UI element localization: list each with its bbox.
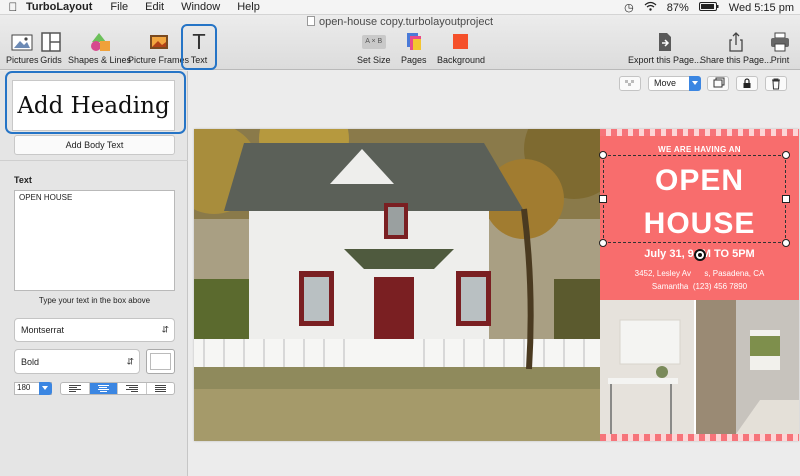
canvas-toolbar: Move bbox=[189, 71, 800, 95]
font-size-field[interactable]: 180 bbox=[14, 382, 52, 395]
flyer-subtitle[interactable]: WE ARE HAVING AN bbox=[600, 145, 799, 154]
battery-percent: 87% bbox=[666, 1, 689, 14]
share-page-button[interactable]: Share this Page... bbox=[700, 32, 772, 68]
add-body-text-button[interactable]: Add Body Text bbox=[14, 135, 175, 155]
background-button[interactable]: Background bbox=[437, 32, 485, 68]
flyer-page[interactable]: WE ARE HAVING AN OPEN HOUSE July 31, 9AM… bbox=[194, 129, 799, 441]
resize-handle-right[interactable] bbox=[782, 195, 790, 203]
export-page-button[interactable]: Export this Page... bbox=[628, 32, 702, 68]
background-swatch bbox=[453, 34, 469, 49]
flyer-top-stripe bbox=[600, 129, 799, 136]
battery-icon[interactable] bbox=[698, 1, 719, 14]
menu-window[interactable]: Window bbox=[181, 1, 220, 13]
export-icon bbox=[654, 32, 676, 52]
text-inspector-panel: Add Heading Add Body Text Text OPEN HOUS… bbox=[0, 71, 188, 476]
duplicate-button[interactable] bbox=[707, 76, 729, 91]
house-photo[interactable] bbox=[194, 129, 600, 441]
printer-icon bbox=[769, 32, 791, 52]
text-button[interactable]: T Text bbox=[181, 24, 217, 70]
add-heading-highlight bbox=[5, 71, 186, 134]
apple-icon[interactable]:  bbox=[0, 0, 26, 14]
canvas-area: Move WE ARE HAVING AN OPEN HOUSE July 31… bbox=[189, 71, 800, 476]
grids-icon bbox=[40, 32, 62, 52]
shapes-icon bbox=[89, 32, 111, 52]
flyer-bottom-stripe bbox=[600, 434, 799, 441]
divider bbox=[0, 160, 188, 161]
menu-help[interactable]: Help bbox=[237, 1, 260, 13]
text-selection-frame bbox=[603, 155, 786, 243]
chevron-updown-icon: ⇵ bbox=[126, 356, 134, 366]
alignment-segmented-control bbox=[60, 382, 175, 395]
document-icon bbox=[306, 16, 315, 26]
rotate-handle-icon[interactable] bbox=[694, 249, 706, 261]
text-color-well[interactable] bbox=[146, 349, 175, 374]
resize-handle-top-left[interactable] bbox=[599, 151, 607, 159]
time-machine-icon[interactable]: ◷ bbox=[624, 1, 634, 14]
text-tool-icon: T bbox=[192, 30, 206, 54]
align-center-button[interactable] bbox=[89, 383, 118, 394]
flyer-text-panel[interactable]: WE ARE HAVING AN OPEN HOUSE July 31, 9AM… bbox=[599, 136, 799, 300]
align-right-button[interactable] bbox=[118, 383, 147, 394]
text-hint: Type your text in the box above bbox=[38, 296, 151, 305]
window-toolbar: open-house copy.turbolayoutproject Pictu… bbox=[0, 15, 800, 70]
print-button[interactable]: Print bbox=[769, 32, 791, 68]
menu-bar:  TurboLayout File Edit Window Help ◷ 87… bbox=[0, 0, 800, 15]
clock[interactable]: Wed 5:15 pm bbox=[729, 2, 794, 14]
picture-frames-button[interactable]: Picture Frames bbox=[128, 32, 189, 68]
align-justify-button[interactable] bbox=[147, 383, 175, 394]
flyer-sidebar: WE ARE HAVING AN OPEN HOUSE July 31, 9AM… bbox=[599, 129, 799, 441]
menu-edit[interactable]: Edit bbox=[145, 1, 164, 13]
align-left-button[interactable] bbox=[61, 383, 90, 394]
text-input-area[interactable]: OPEN HOUSE bbox=[14, 190, 175, 291]
shapes-lines-button[interactable]: Shapes & Lines bbox=[68, 32, 131, 68]
flyer-contact[interactable]: Samantha (123) 456 7890 bbox=[600, 282, 799, 291]
resize-handle-bottom-right[interactable] bbox=[782, 239, 790, 247]
resize-handle-left[interactable] bbox=[599, 195, 607, 203]
duplicate-icon bbox=[713, 77, 725, 88]
checkerboard-icon bbox=[625, 80, 634, 86]
resize-handle-top-right[interactable] bbox=[782, 151, 790, 159]
flyer-address[interactable]: 3452, Lesley Av s, Pasadena, CA bbox=[600, 269, 799, 278]
chevron-down-icon[interactable] bbox=[39, 382, 52, 395]
grids-button[interactable]: Grids bbox=[40, 32, 62, 68]
trash-icon bbox=[772, 78, 780, 90]
picture-frames-icon bbox=[148, 32, 170, 52]
share-icon bbox=[725, 32, 747, 52]
transparency-button[interactable] bbox=[619, 76, 641, 91]
menu-file[interactable]: File bbox=[110, 1, 128, 13]
delete-button[interactable] bbox=[765, 76, 787, 91]
interior-photos[interactable] bbox=[600, 300, 799, 434]
menu-app-name[interactable]: TurboLayout bbox=[26, 1, 92, 13]
text-section-label: Text bbox=[14, 175, 32, 185]
pages-button[interactable]: Pages bbox=[401, 32, 427, 68]
background-icon bbox=[450, 32, 472, 52]
set-size-icon: A × B bbox=[361, 32, 386, 52]
resize-handle-bottom-left[interactable] bbox=[599, 239, 607, 247]
chevron-down-icon[interactable] bbox=[689, 76, 701, 91]
lock-button[interactable] bbox=[736, 76, 758, 91]
window-title: open-house copy.turbolayoutproject bbox=[0, 16, 800, 28]
chevron-updown-icon: ⇵ bbox=[161, 324, 169, 335]
mode-select[interactable]: Move bbox=[648, 76, 701, 91]
pages-icon bbox=[403, 32, 425, 52]
set-size-button[interactable]: A × B Set Size bbox=[357, 32, 391, 68]
lock-icon bbox=[743, 78, 751, 88]
wifi-icon[interactable] bbox=[644, 1, 657, 14]
font-family-select[interactable]: Montserrat ⇵ bbox=[14, 318, 175, 342]
font-weight-select[interactable]: Bold ⇵ bbox=[14, 349, 140, 374]
pictures-button[interactable]: Pictures bbox=[6, 32, 39, 68]
pictures-icon bbox=[11, 32, 33, 52]
